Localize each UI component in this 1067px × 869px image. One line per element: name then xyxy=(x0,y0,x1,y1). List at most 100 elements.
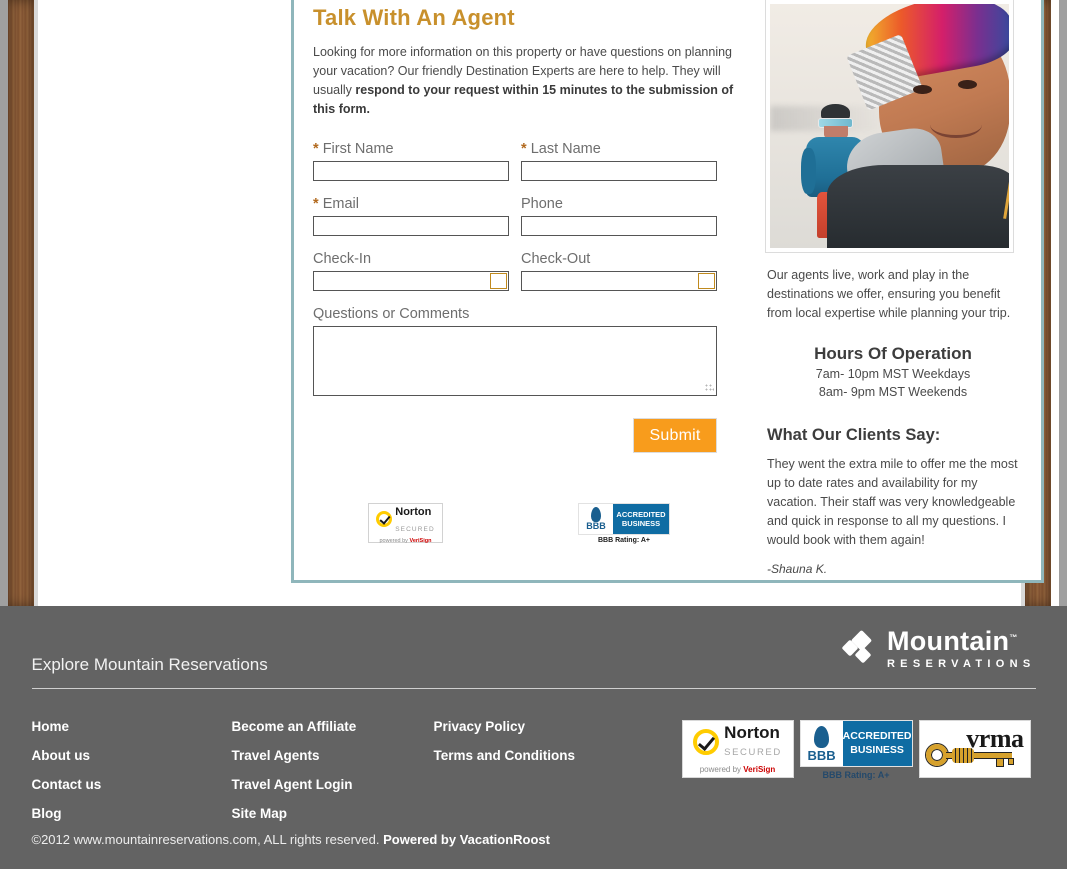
footer-bbb-right: ACCREDITED BUSINESS xyxy=(842,721,912,766)
bbb-accredited-badge[interactable]: BBB ACCREDITED BUSINESS BBB Rating: A+ xyxy=(578,503,670,544)
comments-textarea-wrap xyxy=(313,326,717,396)
footer-norton-secured-badge[interactable]: Norton SECURED powered by VeriSign xyxy=(681,720,794,778)
norton-powered-prefix: powered by xyxy=(379,537,410,544)
calendar-icon[interactable] xyxy=(490,273,507,289)
required-asterisk: * xyxy=(521,141,527,157)
key-icon xyxy=(925,741,1022,769)
key-bit-2 xyxy=(1007,758,1014,765)
footer-bbb-line1: ACCREDITED xyxy=(842,730,912,743)
footer-norton-subtitle: SECURED xyxy=(724,747,782,758)
bbb-badge-right: ACCREDITED BUSINESS xyxy=(613,504,669,534)
phone-field-group: Phone xyxy=(521,196,717,236)
comments-label: Questions or Comments xyxy=(313,306,470,322)
hours-title: Hours Of Operation xyxy=(814,344,972,364)
footer-link-blog[interactable]: Blog xyxy=(32,806,232,821)
bbb-torch-icon xyxy=(591,507,601,522)
footer-link-privacy-policy[interactable]: Privacy Policy xyxy=(434,719,674,734)
footer-link-contact-us[interactable]: Contact us xyxy=(32,777,232,792)
form-intro-bold: respond to your request within 15 minute… xyxy=(313,83,734,116)
footer-link-travel-agents[interactable]: Travel Agents xyxy=(232,748,434,763)
norton-powered-brand: VeriSign xyxy=(409,537,432,544)
footer-inner: Explore Mountain Reservations Mountain™ … xyxy=(31,606,1036,847)
logo-trademark: ™ xyxy=(1009,633,1018,642)
footer-bbb-mark: BBB xyxy=(807,747,836,763)
email-field-group: * Email xyxy=(313,196,509,236)
form-trust-badges: Norton SECURED powered by VeriSign BBB A xyxy=(354,503,724,544)
first-name-label-text: First Name xyxy=(322,141,394,157)
footer-link-home[interactable]: Home xyxy=(32,719,232,734)
email-label: * Email xyxy=(313,196,509,212)
check-in-label: Check-In xyxy=(313,251,372,267)
footer-link-become-an-affiliate[interactable]: Become an Affiliate xyxy=(232,719,434,734)
right-page-gutter xyxy=(1059,0,1067,606)
check-in-input[interactable] xyxy=(313,271,509,291)
footer-column-1: Home About us Contact us Blog xyxy=(32,719,232,835)
agents-blurb: Our agents live, work and play in the de… xyxy=(767,268,1011,320)
left-wood-border xyxy=(8,0,34,606)
key-ring xyxy=(925,744,948,766)
phone-label: Phone xyxy=(521,196,563,212)
footer-column-2: Become an Affiliate Travel Agents Travel… xyxy=(232,719,434,835)
required-asterisk: * xyxy=(313,141,319,157)
near-skier-smile xyxy=(930,111,982,139)
contact-form-panel: Talk With An Agent Looking for more info… xyxy=(291,0,1044,583)
submit-button[interactable]: Submit xyxy=(633,418,717,453)
agent-photo xyxy=(770,4,1009,248)
footer-norton-powered-by: powered by VeriSign xyxy=(700,765,776,774)
calendar-icon[interactable] xyxy=(698,273,715,289)
sidebar-column: Our agents live, work and play in the de… xyxy=(765,0,1021,576)
bbb-rating: BBB Rating: A+ xyxy=(597,537,651,544)
photo-near-skier xyxy=(827,4,1009,248)
footer-link-site-map[interactable]: Site Map xyxy=(232,806,434,821)
check-out-field-group: Check-Out xyxy=(521,251,717,291)
bbb-badge-left: BBB xyxy=(579,504,613,534)
checkmark-icon xyxy=(693,729,720,755)
site-footer: Explore Mountain Reservations Mountain™ … xyxy=(0,606,1067,869)
required-asterisk: * xyxy=(313,196,319,212)
vrma-badge[interactable]: vrma xyxy=(918,720,1031,778)
submit-row: Submit xyxy=(313,418,717,453)
copyright-powered-by: Powered by VacationRoost xyxy=(383,832,550,847)
email-label-text: Email xyxy=(322,196,359,212)
first-name-field-group: * First Name xyxy=(313,141,509,181)
testimonial-author: -Shauna K. xyxy=(767,561,828,576)
norton-title: Norton xyxy=(395,505,432,518)
copyright-normal: ©2012 www.mountainreservations.com, ALL … xyxy=(31,832,384,847)
dates-row: Check-In Check-Out xyxy=(313,251,738,291)
footer-norton-row: Norton SECURED xyxy=(693,724,782,760)
logo-wordmark: Mountain™ RESERVATIONS xyxy=(887,628,1036,670)
logo-sub-text: RESERVATIONS xyxy=(886,658,1036,670)
key-coil xyxy=(951,748,974,763)
phone-input[interactable] xyxy=(521,216,717,236)
bbb-torch-icon xyxy=(814,725,830,748)
footer-bbb-accredited-badge[interactable]: BBB ACCREDITED BUSINESS BBB Rating: A+ xyxy=(799,720,913,780)
bbb-line1: ACCREDITED xyxy=(616,509,666,519)
page-title: Talk With An Agent xyxy=(313,5,515,30)
check-out-label: Check-Out xyxy=(521,251,591,267)
footer-trust-badges: Norton SECURED powered by VeriSign BBB A… xyxy=(681,720,1031,835)
footer-norton-powered-prefix: powered by xyxy=(699,764,744,774)
footer-link-terms-and-conditions[interactable]: Terms and Conditions xyxy=(434,748,674,763)
footer-column-3: Privacy Policy Terms and Conditions xyxy=(434,719,674,835)
first-name-input[interactable] xyxy=(313,161,509,181)
content-area: Talk With An Agent Looking for more info… xyxy=(38,0,1044,606)
footer-link-columns: Home About us Contact us Blog Become an … xyxy=(32,719,1036,835)
comments-textarea[interactable] xyxy=(313,326,717,396)
check-out-input[interactable] xyxy=(521,271,717,291)
form-intro: Looking for more information on this pro… xyxy=(313,43,738,119)
footer-link-travel-agent-login[interactable]: Travel Agent Login xyxy=(232,777,434,792)
copyright-line: ©2012 www.mountainreservations.com, ALL … xyxy=(32,832,550,847)
footer-norton-title: Norton xyxy=(724,723,780,743)
footer-bbb-line2: BUSINESS xyxy=(850,743,904,756)
mountain-reservations-logo[interactable]: Mountain™ RESERVATIONS xyxy=(841,628,1036,670)
norton-secured-badge[interactable]: Norton SECURED powered by VeriSign xyxy=(368,503,443,544)
last-name-input[interactable] xyxy=(521,161,717,181)
email-input[interactable] xyxy=(313,216,509,236)
footer-link-about-us[interactable]: About us xyxy=(32,748,232,763)
bbb-badge-box: BBB ACCREDITED BUSINESS xyxy=(578,503,670,535)
footer-bbb-box: BBB ACCREDITED BUSINESS xyxy=(799,720,913,767)
testimonial-text: They went the extra mile to offer me the… xyxy=(767,456,1018,547)
diamond-logo-icon xyxy=(841,629,878,665)
hours-weekdays: 7am- 10pm MST Weekdays xyxy=(815,367,971,382)
comments-field-group: Questions or Comments xyxy=(313,306,717,396)
